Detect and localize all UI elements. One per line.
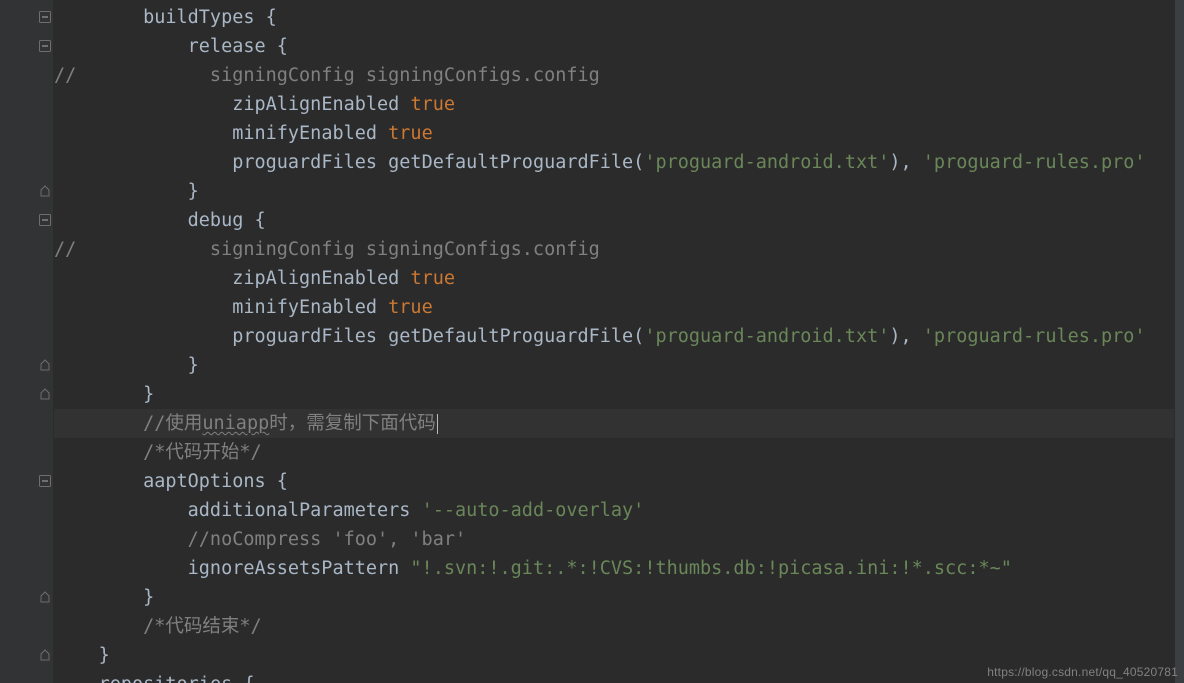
code-token: }	[99, 645, 110, 666]
code-token: //noCompress 'foo', 'bar'	[188, 529, 466, 550]
code-line[interactable]: }	[54, 380, 1174, 409]
code-line[interactable]: // signingConfig signingConfigs.config	[54, 235, 1174, 264]
code-line[interactable]: zipAlignEnabled true	[54, 264, 1174, 293]
code-token: minifyEnabled	[232, 123, 388, 144]
code-line[interactable]: /*代码开始*/	[54, 438, 1174, 467]
code-token: minifyEnabled	[232, 297, 388, 318]
gutter	[0, 0, 54, 683]
code-token: release {	[188, 36, 288, 57]
code-token: zipAlignEnabled	[232, 268, 410, 289]
code-token: debug {	[188, 210, 266, 231]
code-token: zipAlignEnabled	[232, 94, 410, 115]
code-token: uniapp	[202, 413, 269, 434]
code-line[interactable]: minifyEnabled true	[54, 119, 1174, 148]
code-token: ignoreAssetsPattern	[188, 558, 411, 579]
fold-close-icon[interactable]	[38, 648, 52, 662]
code-token: //使用	[143, 413, 202, 434]
code-line[interactable]: ignoreAssetsPattern "!.svn:!.git:.*:!CVS…	[54, 554, 1174, 583]
code-token: signingConfig signingConfigs.config	[76, 239, 599, 260]
code-token: additionalParameters	[188, 500, 422, 521]
line-comment-marker: //	[54, 239, 76, 260]
code-line[interactable]: buildTypes {	[54, 3, 1174, 32]
fold-close-icon[interactable]	[38, 358, 52, 372]
fold-open-icon[interactable]	[38, 213, 52, 227]
code-token: true	[388, 123, 433, 144]
fold-close-icon[interactable]	[38, 184, 52, 198]
code-line[interactable]: minifyEnabled true	[54, 293, 1174, 322]
fold-close-icon[interactable]	[38, 387, 52, 401]
code-token: true	[410, 268, 455, 289]
code-editor[interactable]: buildTypes { release { // signingConfig s…	[0, 0, 1184, 683]
code-line[interactable]: release {	[54, 32, 1174, 61]
watermark-text: https://blog.csdn.net/qq_40520781	[987, 665, 1178, 679]
fold-close-icon[interactable]	[38, 590, 52, 604]
code-line[interactable]: additionalParameters '--auto-add-overlay…	[54, 496, 1174, 525]
fold-open-icon[interactable]	[38, 39, 52, 53]
fold-open-icon[interactable]	[38, 474, 52, 488]
code-token: '--auto-add-overlay'	[422, 500, 645, 521]
code-line[interactable]: debug {	[54, 206, 1174, 235]
code-token: buildTypes {	[143, 7, 277, 28]
code-token: /*代码结束*/	[143, 616, 262, 637]
code-line[interactable]: // signingConfig signingConfigs.config	[54, 61, 1174, 90]
text-caret	[437, 414, 438, 434]
code-token: signingConfig signingConfigs.config	[76, 65, 599, 86]
code-token: repositories {	[99, 674, 255, 683]
code-token: "!.svn:!.git:.*:!CVS:!thumbs.db:!picasa.…	[410, 558, 1011, 579]
code-line[interactable]: /*代码结束*/	[54, 612, 1174, 641]
code-token: }	[143, 587, 154, 608]
code-line[interactable]: proguardFiles getDefaultProguardFile('pr…	[54, 322, 1174, 351]
code-token: 'proguard-android.txt'	[644, 326, 889, 347]
code-token: /*代码开始*/	[143, 442, 262, 463]
code-token: }	[188, 181, 199, 202]
code-token: proguardFiles getDefaultProguardFile(	[232, 152, 644, 173]
code-token: ),	[889, 152, 922, 173]
code-token: 时，需复制下面代码	[269, 413, 436, 434]
code-line[interactable]: }	[54, 177, 1174, 206]
code-line[interactable]: }	[54, 351, 1174, 380]
code-line[interactable]: aaptOptions {	[54, 467, 1174, 496]
code-token: ),	[889, 326, 922, 347]
code-token: 'proguard-android.txt'	[644, 152, 889, 173]
code-line[interactable]: //使用uniapp时，需复制下面代码	[54, 409, 1174, 438]
code-line[interactable]: //noCompress 'foo', 'bar'	[54, 525, 1174, 554]
code-token: proguardFiles getDefaultProguardFile(	[232, 326, 644, 347]
code-token: 'proguard-rules.pro'	[923, 152, 1146, 173]
code-token: true	[388, 297, 433, 318]
right-scroll-strip[interactable]	[1175, 0, 1184, 683]
code-line[interactable]: proguardFiles getDefaultProguardFile('pr…	[54, 148, 1174, 177]
code-token: 'proguard-rules.pro'	[923, 326, 1146, 347]
code-token: }	[188, 355, 199, 376]
code-token: true	[410, 94, 455, 115]
code-line[interactable]: }	[54, 583, 1174, 612]
line-comment-marker: //	[54, 65, 76, 86]
code-area[interactable]: buildTypes { release { // signingConfig s…	[54, 3, 1174, 683]
code-line[interactable]: zipAlignEnabled true	[54, 90, 1174, 119]
fold-open-icon[interactable]	[38, 10, 52, 24]
code-token: }	[143, 384, 154, 405]
code-token: aaptOptions {	[143, 471, 288, 492]
